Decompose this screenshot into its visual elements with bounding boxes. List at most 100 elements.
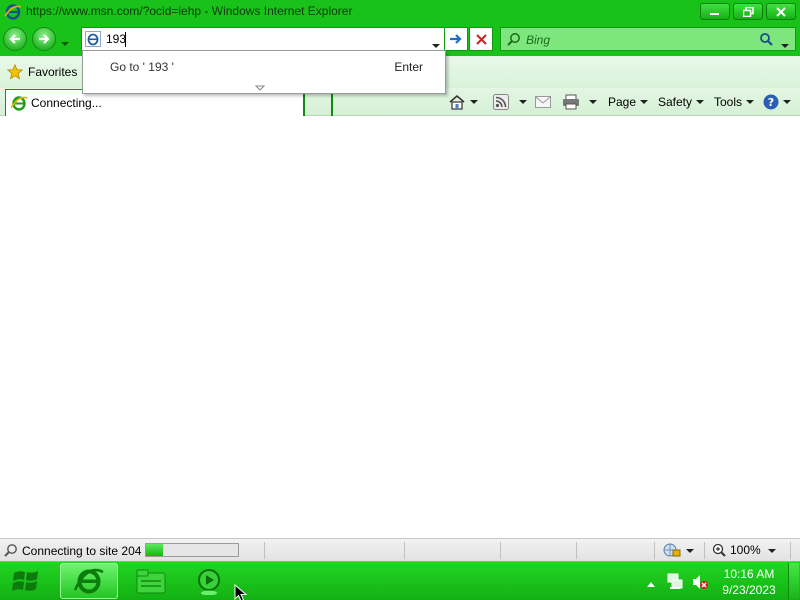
taskbar-media-player[interactable] xyxy=(182,563,236,599)
svg-text:?: ? xyxy=(768,96,774,109)
status-divider xyxy=(790,542,791,559)
progress-fill xyxy=(146,544,163,556)
zoom-magnifier-icon xyxy=(712,543,726,557)
close-icon xyxy=(776,6,786,17)
magnifier-icon xyxy=(760,33,773,46)
network-icon xyxy=(667,573,683,589)
chevron-down-icon xyxy=(519,100,527,104)
search-box[interactable]: Bing xyxy=(500,27,796,51)
safety-menu[interactable]: Safety xyxy=(658,92,705,112)
chevron-down-icon xyxy=(696,100,705,104)
tab-label: Connecting... xyxy=(31,96,102,110)
status-divider xyxy=(404,542,405,559)
page-menu[interactable]: Page xyxy=(608,92,649,112)
back-arrow-icon xyxy=(9,34,20,44)
protected-mode-button[interactable] xyxy=(663,542,681,561)
taskbar-file-explorer[interactable] xyxy=(122,563,180,599)
restore-icon xyxy=(742,6,754,17)
window-title: https://www.msn.com/?ocid=iehp - Windows… xyxy=(26,4,353,18)
favorites-label: Favorites xyxy=(28,65,78,79)
chevron-down-icon xyxy=(640,100,649,104)
page-menu-label: Page xyxy=(608,95,637,109)
windows-logo-icon xyxy=(12,571,38,591)
folder-icon xyxy=(136,569,166,594)
status-divider xyxy=(264,542,265,559)
forward-button[interactable] xyxy=(32,27,56,51)
help-menu[interactable]: ? xyxy=(763,92,791,112)
status-divider xyxy=(654,542,655,559)
back-button[interactable] xyxy=(3,27,27,51)
stop-x-icon xyxy=(475,33,487,45)
system-clock[interactable]: 10:16 AM 9/23/2023 xyxy=(712,566,786,598)
minimize-button[interactable] xyxy=(700,3,730,20)
media-play-icon xyxy=(198,569,220,595)
search-go-button[interactable] xyxy=(759,32,773,49)
home-icon xyxy=(449,94,465,110)
clock-time: 10:16 AM xyxy=(723,567,775,581)
home-button[interactable] xyxy=(448,92,478,112)
search-icon xyxy=(507,32,521,49)
read-mail-button[interactable] xyxy=(535,92,551,112)
status-text: Connecting to site 204 xyxy=(22,544,142,558)
print-button[interactable] xyxy=(562,92,597,112)
chevron-up-icon xyxy=(647,582,655,587)
close-window-button[interactable] xyxy=(766,3,796,20)
mail-icon xyxy=(535,96,551,108)
zoom-button[interactable]: 100% xyxy=(712,543,761,557)
expand-suggestions-icon[interactable] xyxy=(254,81,266,95)
status-divider xyxy=(576,542,577,559)
network-tray-button[interactable] xyxy=(666,573,684,594)
address-autocomplete[interactable]: Go to ' 193 ' Enter xyxy=(82,50,446,94)
go-arrow-icon xyxy=(450,34,462,44)
clock-date: 9/23/2023 xyxy=(722,583,776,597)
chevron-down-icon xyxy=(746,100,755,104)
address-bar[interactable]: 193 xyxy=(81,27,445,51)
globe-lock-icon xyxy=(663,543,681,557)
restore-button[interactable] xyxy=(733,3,763,20)
address-input[interactable]: 193 xyxy=(106,32,126,46)
status-divider xyxy=(500,542,501,559)
tools-menu-label: Tools xyxy=(714,95,743,109)
tools-menu[interactable]: Tools xyxy=(714,92,755,112)
autocomplete-hint: Enter xyxy=(394,60,423,74)
ie-taskbar-icon xyxy=(73,568,104,594)
address-dropdown-button[interactable] xyxy=(432,37,440,51)
chevron-down-icon xyxy=(432,44,440,48)
volume-tray-button[interactable] xyxy=(691,573,709,594)
start-button[interactable] xyxy=(8,564,44,598)
help-icon: ? xyxy=(763,94,779,110)
taskbar-internet-explorer[interactable] xyxy=(60,563,118,599)
page-content xyxy=(0,117,800,538)
show-hidden-icons-button[interactable] xyxy=(646,577,656,591)
taskbar: 10:16 AM 9/23/2023 xyxy=(0,561,800,600)
title-bar: https://www.msn.com/?ocid=iehp - Windows… xyxy=(0,0,800,24)
ie-tab-icon xyxy=(10,94,28,115)
loading-progress-bar xyxy=(145,543,239,557)
search-placeholder: Bing xyxy=(526,33,551,47)
favorites-button[interactable]: Favorites xyxy=(7,64,77,80)
status-divider xyxy=(704,542,705,559)
recent-pages-dropdown[interactable] xyxy=(61,35,69,49)
rss-feed-icon xyxy=(493,94,509,110)
chevron-down-icon xyxy=(781,44,789,48)
search-status-icon xyxy=(4,543,18,560)
chevron-down-icon xyxy=(61,42,69,46)
speaker-muted-icon xyxy=(693,575,708,589)
zoom-level: 100% xyxy=(730,543,761,557)
autocomplete-goto-item[interactable]: Go to ' 193 ' xyxy=(110,60,174,74)
safety-menu-label: Safety xyxy=(658,95,693,109)
printer-icon xyxy=(563,94,579,110)
chevron-down-icon[interactable] xyxy=(686,549,694,553)
chevron-down-icon xyxy=(783,100,791,104)
page-ie-icon xyxy=(85,31,101,50)
zoom-dropdown-icon[interactable] xyxy=(768,549,776,553)
mouse-cursor-icon xyxy=(234,583,248,600)
minimize-icon xyxy=(710,12,719,15)
ie-logo-icon xyxy=(4,3,22,24)
search-options-dropdown[interactable] xyxy=(781,37,789,51)
feeds-button[interactable] xyxy=(493,92,527,112)
show-desktop-button[interactable] xyxy=(788,563,799,599)
go-button[interactable] xyxy=(444,27,468,51)
chevron-down-icon xyxy=(470,100,478,104)
stop-button[interactable] xyxy=(469,27,493,51)
